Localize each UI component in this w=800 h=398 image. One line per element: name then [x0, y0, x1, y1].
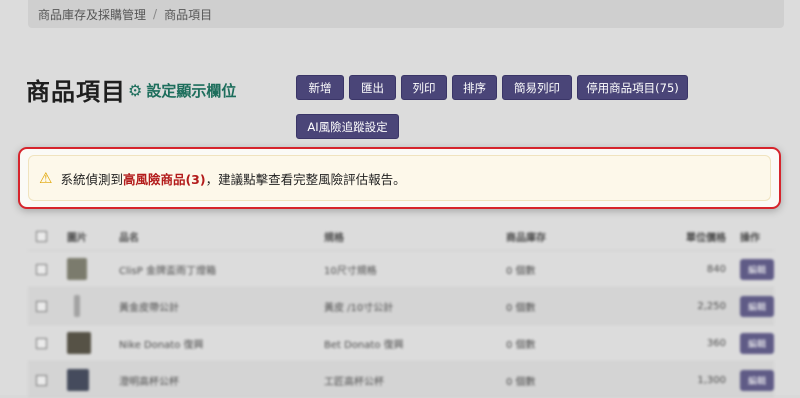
product-price: 1,300 [697, 374, 726, 386]
edit-button[interactable]: 編輯 [740, 258, 775, 280]
export-button[interactable]: 匯出 [349, 75, 396, 100]
alert-suffix: ，建議點擊查看完整風險評估報告。 [205, 171, 406, 187]
edit-button[interactable]: 編輯 [740, 369, 775, 391]
product-thumbnail [67, 369, 119, 391]
table-header: 圖片 品名 規格 商品庫存 單位價格 操作 [28, 222, 774, 250]
product-thumbnail [67, 295, 119, 317]
add-button[interactable]: 新增 [296, 75, 344, 100]
select-all-checkbox[interactable] [36, 230, 47, 242]
print-button[interactable]: 列印 [401, 75, 447, 100]
edit-button[interactable]: 編輯 [740, 332, 775, 354]
row-checkbox[interactable] [36, 263, 47, 275]
product-name: 黃金皮帶公計 [119, 302, 179, 314]
breadcrumb-current: 商品項目 [164, 7, 213, 22]
product-stock: 0 個數 [506, 265, 536, 277]
product-stock: 0 個數 [506, 376, 536, 388]
table-row: ClisP 金牌盃雨丁燈箱 10尺寸規格 0 個數 840 編輯 [28, 250, 775, 287]
table-row: 澄明高杯公杯 工匠高杯公杯 0 個數 1,300 編輯 [28, 361, 775, 398]
disabled-items-button[interactable]: 停用商品項目(75) [577, 75, 688, 100]
product-spec: 工匠高杯公杯 [324, 376, 384, 388]
product-name: 澄明高杯公杯 [119, 376, 179, 388]
breadcrumb-separator: / [153, 7, 158, 21]
product-stock: 0 個數 [506, 339, 536, 351]
header-action: 操作 [740, 232, 760, 244]
sort-button[interactable]: 排序 [452, 75, 497, 100]
product-name: ClisP 金牌盃雨丁燈箱 [119, 265, 216, 277]
ai-risk-settings-button[interactable]: AI風險追蹤設定 [296, 114, 399, 139]
product-price: 840 [706, 263, 726, 275]
product-name: Nike Donato 復興 [119, 339, 204, 351]
gear-icon: ⚙ [128, 81, 143, 100]
header-image: 圖片 [67, 232, 87, 244]
table-row: 黃金皮帶公計 黃皮 /10寸公計 0 個數 2,250 編輯 [28, 287, 775, 324]
page-title: 商品項目 [26, 78, 126, 106]
header-price: 單位價格 [686, 232, 726, 244]
product-spec: 黃皮 /10寸公計 [324, 302, 394, 314]
settings-label: 設定顯示欄位 [146, 82, 237, 100]
product-table: 圖片 品名 規格 商品庫存 單位價格 操作 ClisP 金牌盃雨丁燈箱 10尺寸… [28, 222, 775, 398]
table-row: Nike Donato 復興 Bet Donato 復興 0 個數 360 編輯 [28, 324, 775, 361]
page-background: 商品庫存及採購管理 / 商品項目 商品項目 ⚙ 設定顯示欄位 新增 匯出 列印 … [0, 0, 800, 398]
product-spec: Bet Donato 復興 [324, 339, 404, 351]
product-price: 2,250 [697, 300, 726, 312]
header-stock: 商品庫存 [506, 232, 546, 244]
simple-print-button[interactable]: 簡易列印 [502, 75, 572, 100]
product-price: 360 [706, 337, 726, 349]
risk-alert-banner: ⚠ 系統偵測到 高風險商品(3) ，建議點擊查看完整風險評估報告。 [28, 155, 771, 201]
header-name: 品名 [119, 232, 139, 244]
breadcrumb-parent-link[interactable]: 商品庫存及採購管理 [38, 6, 146, 23]
risk-alert-modal: ⚠ 系統偵測到 高風險商品(3) ，建議點擊查看完整風險評估報告。 [18, 147, 781, 209]
row-checkbox[interactable] [36, 337, 47, 349]
breadcrumb: 商品庫存及採購管理 / 商品項目 [28, 0, 784, 28]
product-thumbnail [67, 258, 119, 280]
product-thumbnail [67, 332, 119, 354]
alert-prefix: 系統偵測到 [60, 171, 123, 187]
high-risk-products-link[interactable]: 高風險商品(3) [123, 169, 206, 188]
warning-icon: ⚠ [39, 169, 53, 187]
edit-button[interactable]: 編輯 [740, 295, 775, 317]
header-spec: 規格 [324, 232, 344, 244]
row-checkbox[interactable] [36, 374, 47, 386]
row-checkbox[interactable] [36, 300, 47, 312]
product-spec: 10尺寸規格 [324, 265, 377, 277]
product-stock: 0 個數 [506, 302, 536, 314]
display-columns-settings-link[interactable]: ⚙ 設定顯示欄位 [128, 80, 236, 101]
